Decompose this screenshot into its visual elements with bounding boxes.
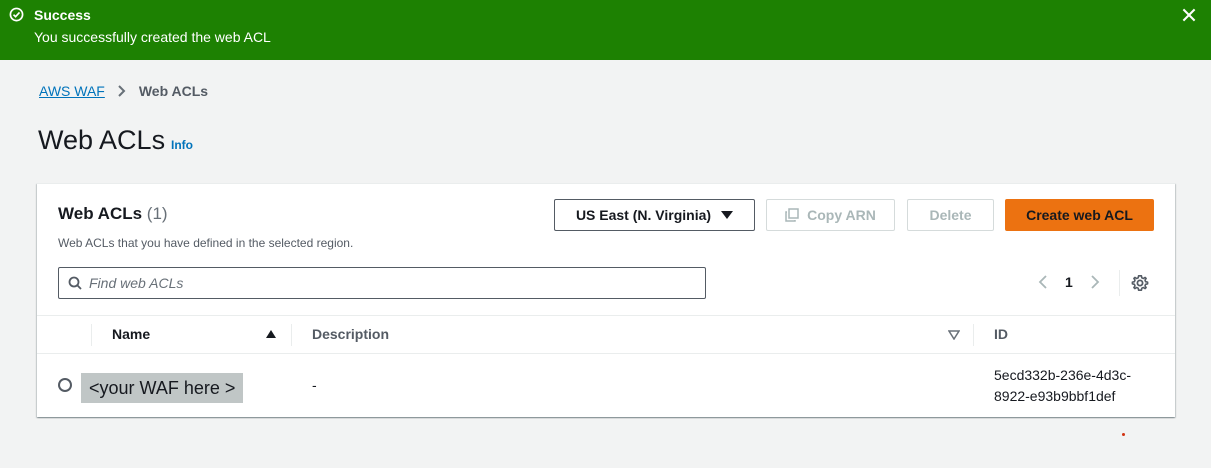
- search-icon: [68, 276, 82, 290]
- web-acl-id-line-1: 5ecd332b-236e-4d3c-: [994, 367, 1131, 383]
- column-header-name[interactable]: Name: [112, 316, 150, 353]
- column-header-id[interactable]: ID: [994, 316, 1008, 353]
- copy-icon: [785, 208, 799, 223]
- page-number[interactable]: 1: [1065, 274, 1073, 290]
- breadcrumb-current: Web ACLs: [138, 83, 209, 99]
- copy-arn-label: Copy ARN: [807, 207, 876, 223]
- sort-descending-icon[interactable]: [948, 330, 960, 340]
- region-dropdown-button[interactable]: US East (N. Virginia): [554, 199, 755, 231]
- close-icon[interactable]: [1180, 6, 1198, 24]
- table-row: <your WAF here > - 5ecd332b-236e-4d3c- 8…: [37, 354, 1175, 417]
- column-header-description[interactable]: Description: [312, 316, 389, 353]
- web-acl-id-line-2: 8922-e93b9bbf1def: [994, 388, 1116, 404]
- cursor-dot: [1122, 433, 1125, 436]
- chevron-right-icon: [118, 85, 126, 97]
- chevron-left-icon[interactable]: [1037, 274, 1049, 290]
- search-input[interactable]: [89, 268, 689, 298]
- copy-arn-button[interactable]: Copy ARN: [766, 199, 895, 231]
- chevron-right-icon[interactable]: [1089, 274, 1101, 290]
- row-radio-button[interactable]: [58, 378, 72, 392]
- web-acl-id: 5ecd332b-236e-4d3c- 8922-e93b9bbf1def: [994, 365, 1131, 407]
- search-field[interactable]: [58, 267, 706, 299]
- info-link[interactable]: Info: [171, 138, 193, 152]
- flash-title: Success: [34, 7, 91, 23]
- table-header: Name Description ID: [37, 315, 1175, 354]
- create-web-acl-button[interactable]: Create web ACL: [1005, 199, 1154, 231]
- table-title: Web ACLs (1): [58, 204, 168, 224]
- region-label: US East (N. Virginia): [575, 207, 712, 223]
- column-divider: [91, 324, 92, 346]
- breadcrumb: AWS WAF Web ACLs: [39, 83, 208, 99]
- success-check-icon: [9, 7, 24, 22]
- web-acl-description: -: [312, 377, 317, 393]
- web-acls-table-container: Web ACLs (1) Web ACLs that you have defi…: [37, 183, 1175, 417]
- web-acl-name[interactable]: <your WAF here >: [81, 373, 244, 403]
- caret-down-icon: [721, 211, 734, 220]
- page-title: Web ACLs: [38, 125, 166, 155]
- divider: [1119, 270, 1120, 296]
- success-flash-banner: Success You successfully created the web…: [0, 0, 1211, 60]
- breadcrumb-link-aws-waf[interactable]: AWS WAF: [39, 83, 105, 99]
- pagination: 1: [1037, 274, 1101, 290]
- table-description: Web ACLs that you have defined in the se…: [58, 236, 354, 250]
- table-count: (1): [146, 204, 168, 223]
- sort-ascending-icon[interactable]: [266, 330, 276, 338]
- column-divider: [291, 324, 292, 346]
- delete-button[interactable]: Delete: [907, 199, 994, 231]
- gear-icon[interactable]: [1131, 274, 1149, 292]
- table-title-text: Web ACLs: [58, 204, 143, 223]
- flash-message: You successfully created the web ACL: [34, 29, 271, 45]
- column-divider: [973, 324, 974, 346]
